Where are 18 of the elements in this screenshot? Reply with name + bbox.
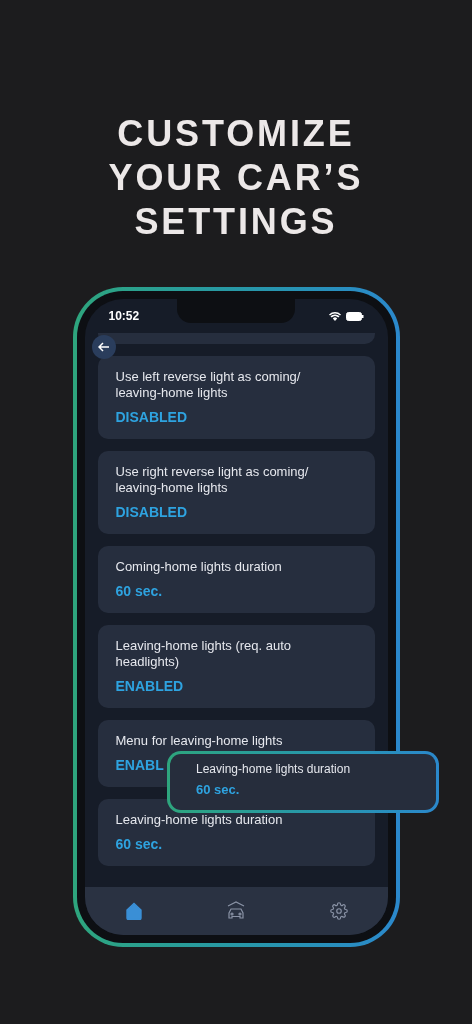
headline: CUSTOMIZE <box>117 112 355 156</box>
setting-value: ENABL <box>115 756 164 774</box>
status-time: 10:52 <box>108 308 140 325</box>
headline: YOUR CAR’S <box>108 156 364 200</box>
setting-value: ENABLED <box>115 677 184 695</box>
setting-label: Menu for leaving-home lights <box>115 733 284 749</box>
callout-label: Leaving-home lights duration <box>196 762 352 777</box>
setting-value: 60 sec. <box>115 835 163 853</box>
callout-value: 60 sec. <box>196 782 241 798</box>
setting-label: Coming-home lights duration <box>115 559 283 575</box>
setting-value: DISABLED <box>115 503 188 521</box>
setting-label: Leaving-home lights duration <box>115 812 284 828</box>
headline: SETTINGS <box>134 200 338 244</box>
setting-value: 60 sec. <box>115 582 163 600</box>
setting-label: Use right reverse light as coming/ leaving-home lights <box>115 464 310 496</box>
setting-value: DISABLED <box>115 408 188 426</box>
setting-label: Leaving-home lights (req. auto headlights) <box>115 638 293 670</box>
setting-label: Use left reverse light as coming/ leaving-home lights <box>115 369 302 401</box>
